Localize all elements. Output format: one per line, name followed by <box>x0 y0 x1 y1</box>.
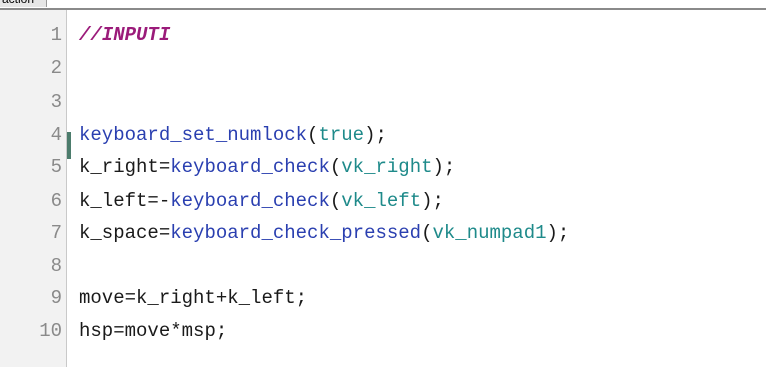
line-number: 7 <box>50 222 62 244</box>
function-name: keyboard_check <box>170 190 330 212</box>
code-line[interactable]: 2 <box>0 53 766 84</box>
code-comment: //INPUTI <box>79 24 171 46</box>
line-number: 4 <box>50 124 62 146</box>
function-name: keyboard_check_pressed <box>170 222 422 244</box>
code-line[interactable]: 5 k_right=keyboard_check(vk_right); <box>0 152 766 183</box>
line-number: 9 <box>50 287 62 309</box>
code-text[interactable]: k_space=keyboard_check_pressed(vk_numpad… <box>79 218 569 249</box>
variable-name: k_space <box>79 222 159 244</box>
code-line[interactable]: 9 move=k_right+k_left; <box>0 283 766 314</box>
variable-name: hsp <box>79 320 114 342</box>
variable-name: move <box>124 320 171 342</box>
tab-bar: action <box>0 0 766 10</box>
punctuation: = <box>158 156 171 178</box>
code-text[interactable]: //INPUTI <box>79 20 170 51</box>
line-number: 6 <box>50 190 62 212</box>
line-number: 10 <box>39 320 62 342</box>
code-line[interactable]: 1 //INPUTI <box>0 20 766 51</box>
constant: vk_left <box>341 190 422 212</box>
punctuation: ( <box>329 156 342 178</box>
punctuation: ); <box>432 156 456 178</box>
variable-name: k_right <box>136 287 216 309</box>
punctuation: = <box>113 320 125 342</box>
punctuation: ; <box>215 320 228 342</box>
punctuation: ); <box>421 190 444 212</box>
punctuation: ( <box>307 124 319 146</box>
code-text[interactable]: hsp=move*msp; <box>79 316 227 347</box>
punctuation: * <box>170 320 182 342</box>
code-line[interactable]: 10 hsp=move*msp; <box>0 316 766 347</box>
function-name: keyboard_set_numlock <box>79 124 308 146</box>
code-line[interactable]: 8 <box>0 251 766 282</box>
line-number: 2 <box>50 57 62 79</box>
constant: true <box>318 124 365 146</box>
punctuation: ( <box>421 222 433 244</box>
line-number: 8 <box>50 255 62 277</box>
punctuation: = <box>158 222 171 244</box>
variable-name: k_left <box>227 287 296 309</box>
variable-name: k_left <box>79 190 148 212</box>
code-text[interactable]: keyboard_set_numlock(true); <box>79 120 387 151</box>
code-text[interactable]: move=k_right+k_left; <box>79 283 307 314</box>
code-line[interactable]: 6 k_left=-keyboard_check(vk_left); <box>0 186 766 217</box>
punctuation: + <box>215 287 228 309</box>
function-name: keyboard_check <box>170 156 330 178</box>
code-editor-window: action 1//INPUTI234keyboard_set_numlock(… <box>0 0 766 367</box>
punctuation: =- <box>147 190 171 212</box>
code-line[interactable]: 4 keyboard_set_numlock(true); <box>0 120 766 151</box>
variable-name: k_right <box>79 156 159 178</box>
line-number: 1 <box>50 24 62 46</box>
code-line[interactable]: 7 k_space=keyboard_check_pressed(vk_numpa… <box>0 218 766 249</box>
line-number: 5 <box>50 156 62 178</box>
punctuation: ); <box>364 124 387 146</box>
variable-name: move <box>79 287 125 309</box>
constant: vk_numpad1 <box>432 222 547 244</box>
variable-name: msp <box>181 320 216 342</box>
constant: vk_right <box>341 156 433 178</box>
punctuation: ; <box>295 287 308 309</box>
punctuation: ); <box>546 222 570 244</box>
code-text[interactable]: k_left=-keyboard_check(vk_left); <box>79 186 444 217</box>
code-editor[interactable]: 1//INPUTI 2 3 4 keyboard_set_numlock(true); 5… <box>0 10 766 367</box>
code-line[interactable]: 3 <box>0 87 766 118</box>
code-text[interactable]: k_right=keyboard_check(vk_right); <box>79 152 455 183</box>
tab-action[interactable]: action <box>0 0 47 7</box>
line-number: 3 <box>50 91 62 113</box>
punctuation: ( <box>329 190 342 212</box>
punctuation: = <box>124 287 137 309</box>
